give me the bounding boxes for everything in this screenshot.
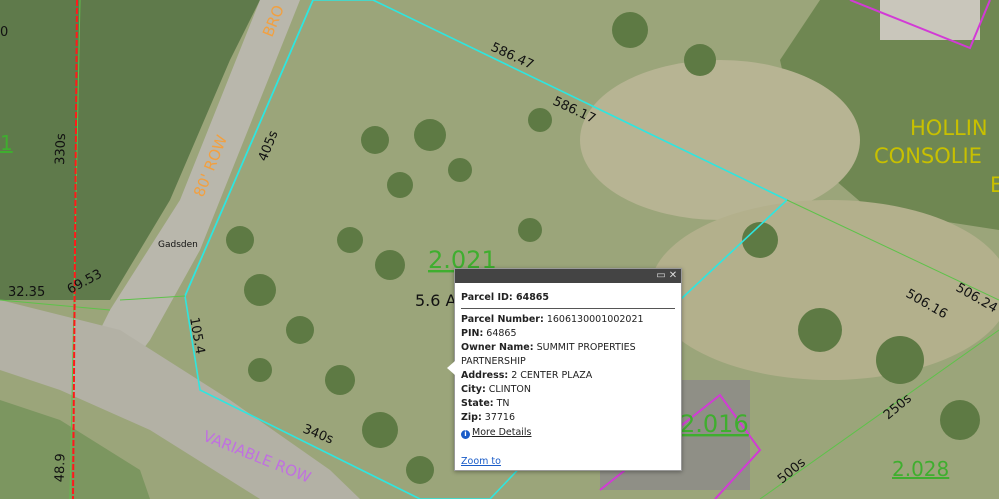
close-icon[interactable]: ✕: [667, 269, 679, 283]
maximize-icon[interactable]: ▭: [655, 269, 667, 283]
acreage-label-2028[interactable]: 2.028: [892, 457, 949, 481]
owner-label-hollins-3: E: [990, 173, 999, 197]
field-state: State: TN: [461, 398, 510, 409]
field-pin: PIN: 64865: [461, 328, 517, 339]
zoom-row: Zoom to: [461, 456, 501, 467]
cleared-area: [580, 60, 860, 220]
field-parcel-number: Parcel Number: 1606130001002021: [461, 314, 644, 325]
place-label-gadsden: Gadsden: [158, 240, 198, 250]
field-zip: Zip: 37716: [461, 412, 516, 423]
field-city: City: CLINTON: [461, 384, 532, 395]
owner-label-hollins-1: HOLLIN: [910, 116, 988, 140]
popup-body: Parcel ID: 64865 Parcel Number: 16061300…: [455, 283, 681, 444]
edge-acreage: 1: [0, 131, 13, 155]
more-details-row: i More Details: [461, 426, 675, 440]
parcel-popup: ▭ ✕ Parcel ID: 64865 Parcel Number: 1606…: [447, 268, 682, 471]
acreage-label-2016[interactable]: 2.016: [680, 410, 749, 438]
popup-title: Parcel ID: 64865: [461, 291, 675, 309]
popup-header: ▭ ✕: [455, 269, 681, 283]
field-address: Address: 2 CENTER PLAZA: [461, 370, 593, 381]
zoom-to-link[interactable]: Zoom to: [461, 456, 501, 467]
dim-330s: 330s: [53, 133, 69, 165]
edge-number: 0: [0, 25, 8, 40]
popup-pointer: [447, 361, 455, 375]
area-label: 5.6 A: [415, 291, 457, 310]
cleared-area-2: [650, 200, 999, 380]
field-owner-name: Owner Name: SUMMIT PROPERTIES PARTNERSHI…: [461, 342, 636, 367]
more-details-link[interactable]: More Details: [472, 427, 532, 438]
dim-3235: 32.35: [8, 285, 45, 300]
building-top-right: [880, 0, 980, 40]
owner-label-hollins-2: CONSOLIE: [874, 144, 982, 168]
info-icon: i: [461, 430, 470, 439]
dim-489: 48.9: [53, 453, 69, 482]
